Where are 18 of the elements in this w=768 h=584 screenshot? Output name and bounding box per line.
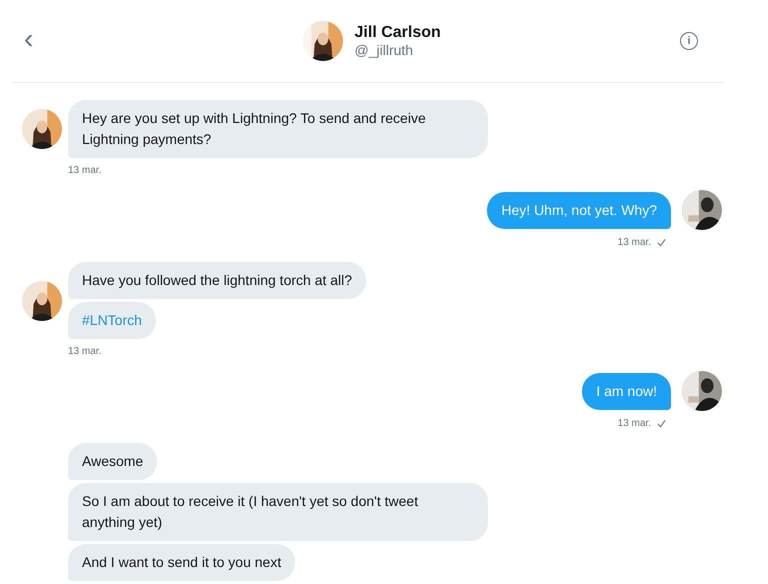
message-time: 13 mar.: [68, 346, 102, 357]
message-bubble: Have you followed the lightning torch at all?: [68, 262, 366, 299]
message-time: 13 mar.: [68, 165, 102, 176]
contact-name: Jill Carlson: [354, 24, 441, 42]
message-bubble: So I am about to receive it (I haven't yet so don't tweet anything yet): [68, 483, 488, 541]
contact-handle: @_jillruth: [354, 42, 414, 58]
message-time: 13 mar.: [618, 418, 651, 429]
message-bubble: I am now!: [582, 372, 671, 410]
checkmark-icon: [657, 238, 666, 247]
back-button[interactable]: ‹: [24, 25, 34, 57]
message-bubble: Hey are you set up with Lightning? To send and receive Lightning payments?: [68, 100, 488, 158]
message-bubble: Awesome: [68, 443, 158, 480]
message-time: 13 mar.: [618, 237, 651, 248]
message-bubble: And I want to send it to you next: [68, 544, 296, 581]
checkmark-icon: [657, 419, 666, 428]
info-button[interactable]: i: [680, 32, 698, 50]
hashtag-link[interactable]: #LNTorch: [68, 302, 156, 339]
message-bubble: Hey! Uhm, not yet. Why?: [487, 192, 671, 228]
